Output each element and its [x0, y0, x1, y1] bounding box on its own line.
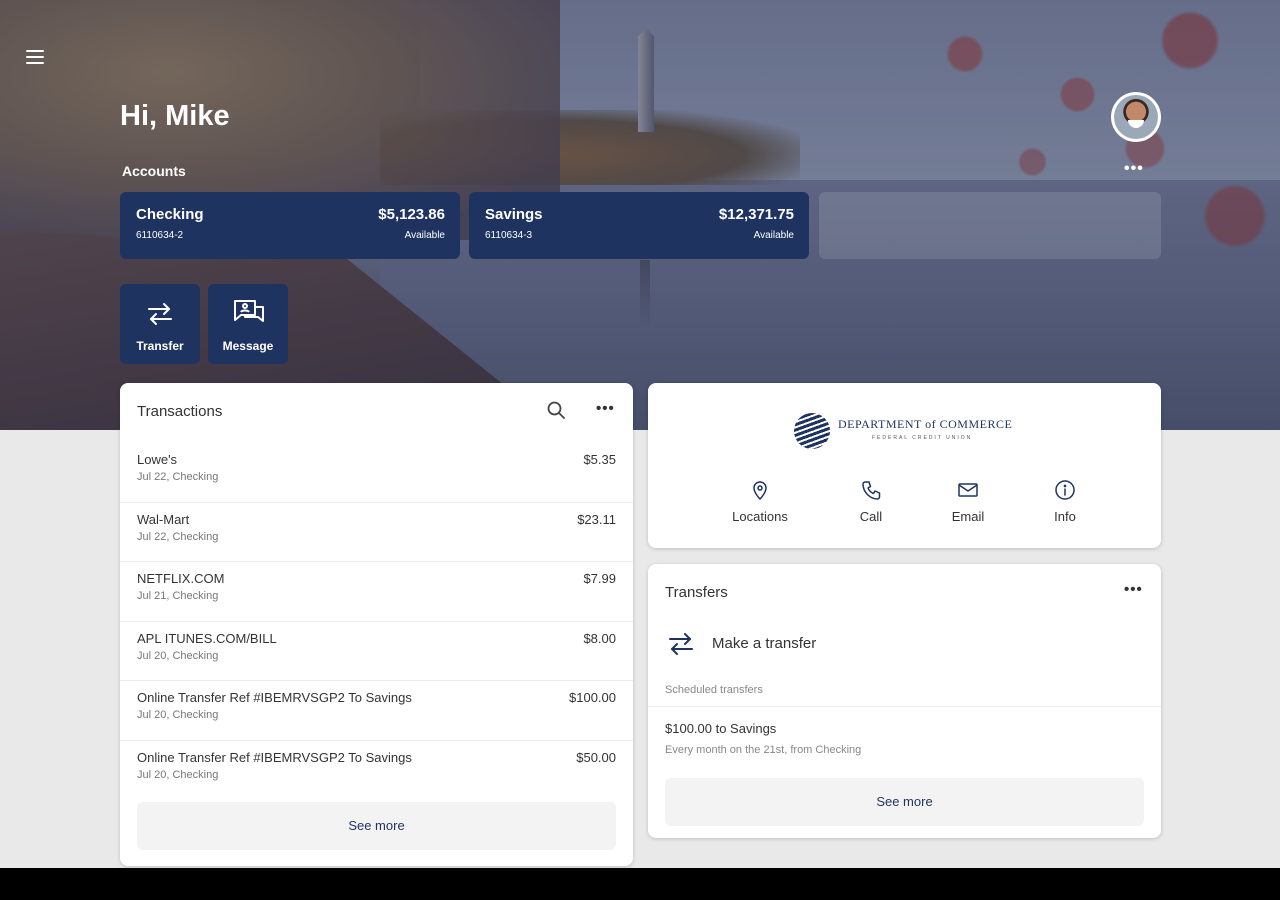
- transfers-see-more-button[interactable]: See more: [665, 778, 1144, 826]
- list-item[interactable]: Online Transfer Ref #IBEMRVSGP2 To Savin…: [120, 681, 633, 741]
- transfer-button-label: Transfer: [136, 339, 184, 353]
- account-status: Available: [404, 230, 445, 241]
- email-button[interactable]: Email: [923, 479, 1013, 524]
- transfer-icon: [669, 633, 693, 655]
- list-item[interactable]: Wal-Mart Jul 22, Checking $23.11: [120, 503, 633, 562]
- hamburger-menu-icon[interactable]: [26, 46, 48, 68]
- transaction-detail: Jul 20, Checking: [137, 768, 219, 781]
- transactions-title: Transactions: [137, 403, 223, 420]
- logo-subtext: FEDERAL CREDIT UNION: [872, 435, 973, 441]
- account-status: Available: [753, 230, 794, 241]
- search-icon[interactable]: [546, 400, 566, 420]
- scheduled-transfers-label: Scheduled transfers: [665, 684, 763, 696]
- account-number: 6110634-3: [485, 230, 533, 241]
- app: Hi, Mike Accounts ••• Checking 6110634-2…: [0, 0, 1280, 868]
- logo-text: DEPARTMENT of COMMERCE: [838, 417, 1013, 431]
- account-number: 6110634-2: [136, 230, 184, 241]
- account-name: Savings: [485, 206, 543, 223]
- transaction-name: NETFLIX.COM: [137, 571, 225, 586]
- scheduled-transfer-name[interactable]: $100.00 to Savings: [665, 721, 776, 736]
- system-bottom-bar: [0, 868, 1280, 900]
- list-item[interactable]: NETFLIX.COM Jul 21, Checking $7.99: [120, 562, 633, 622]
- institution-card: DEPARTMENT of COMMERCE FEDERAL CREDIT UN…: [648, 383, 1161, 548]
- account-name: Checking: [136, 206, 204, 223]
- transaction-name: Online Transfer Ref #IBEMRVSGP2 To Savin…: [137, 749, 412, 765]
- institution-logo: DEPARTMENT of COMMERCE FEDERAL CREDIT UN…: [794, 411, 1024, 451]
- transaction-amount: $23.11: [577, 511, 616, 527]
- transaction-amount: $100.00: [569, 690, 616, 705]
- user-photo: [1114, 95, 1158, 139]
- transfers-card: Transfers ••• Make a transfer Scheduled …: [648, 564, 1161, 838]
- account-card-placeholder: [819, 192, 1161, 259]
- transactions-card: Transactions ••• Lowe's Jul 22, Checking…: [120, 383, 633, 866]
- transaction-name: Wal-Mart: [137, 511, 190, 527]
- transaction-detail: Jul 20, Checking: [137, 649, 219, 662]
- transfers-title: Transfers: [665, 584, 728, 601]
- transaction-amount: $7.99: [583, 571, 616, 586]
- transaction-name: Online Transfer Ref #IBEMRVSGP2 To Savin…: [137, 690, 412, 705]
- message-button[interactable]: Message: [208, 284, 288, 364]
- logo-mark-icon: [794, 413, 830, 449]
- locations-label: Locations: [732, 509, 788, 524]
- list-item[interactable]: Lowe's Jul 22, Checking $5.35: [120, 443, 633, 503]
- locations-button[interactable]: Locations: [715, 479, 805, 524]
- transaction-amount: $50.00: [576, 749, 616, 765]
- info-icon: [1055, 480, 1075, 500]
- avatar[interactable]: [1111, 92, 1161, 142]
- transaction-detail: Jul 22, Checking: [137, 471, 219, 483]
- info-button[interactable]: Info: [1020, 479, 1110, 524]
- greeting-title: Hi, Mike: [120, 100, 230, 132]
- transaction-detail: Jul 20, Checking: [137, 709, 219, 721]
- account-balance: $12,371.75: [718, 206, 794, 223]
- call-button[interactable]: Call: [826, 479, 916, 524]
- message-icon: [234, 300, 264, 322]
- account-balance: $5,123.86: [378, 206, 445, 223]
- transaction-name: APL ITUNES.COM/BILL: [137, 630, 277, 646]
- email-icon: [958, 483, 978, 497]
- email-label: Email: [951, 509, 985, 524]
- transfer-icon: [148, 303, 172, 325]
- account-card-savings[interactable]: Savings 6110634-3 $12,371.75 Available: [469, 192, 809, 259]
- transaction-amount: $8.00: [583, 630, 616, 646]
- transfers-more-icon[interactable]: •••: [1124, 581, 1143, 598]
- account-card-checking[interactable]: Checking 6110634-2 $5,123.86 Available: [120, 192, 460, 259]
- transactions-more-icon[interactable]: •••: [596, 400, 615, 417]
- list-item[interactable]: Online Transfer Ref #IBEMRVSGP2 To Savin…: [120, 741, 633, 801]
- transaction-detail: Jul 21, Checking: [137, 590, 219, 602]
- transactions-list: Lowe's Jul 22, Checking $5.35 Wal-Mart J…: [120, 443, 633, 800]
- phone-icon: [862, 481, 881, 500]
- location-pin-icon: [753, 481, 767, 501]
- transactions-see-more-button[interactable]: See more: [137, 802, 616, 850]
- accounts-label: Accounts: [122, 163, 186, 179]
- transaction-detail: Jul 22, Checking: [137, 530, 219, 543]
- make-transfer-label: Make a transfer: [712, 635, 817, 652]
- transaction-amount: $5.35: [583, 452, 616, 467]
- list-item[interactable]: APL ITUNES.COM/BILL Jul 20, Checking $8.…: [120, 622, 633, 681]
- info-label: Info: [1054, 509, 1076, 524]
- call-label: Call: [859, 509, 883, 524]
- message-button-label: Message: [222, 339, 274, 353]
- transfer-button[interactable]: Transfer: [120, 284, 200, 364]
- scheduled-transfer-detail: Every month on the 21st, from Checking: [665, 744, 862, 756]
- accounts-more-icon[interactable]: •••: [1124, 160, 1144, 178]
- divider: [648, 706, 1161, 707]
- transaction-name: Lowe's: [137, 452, 178, 467]
